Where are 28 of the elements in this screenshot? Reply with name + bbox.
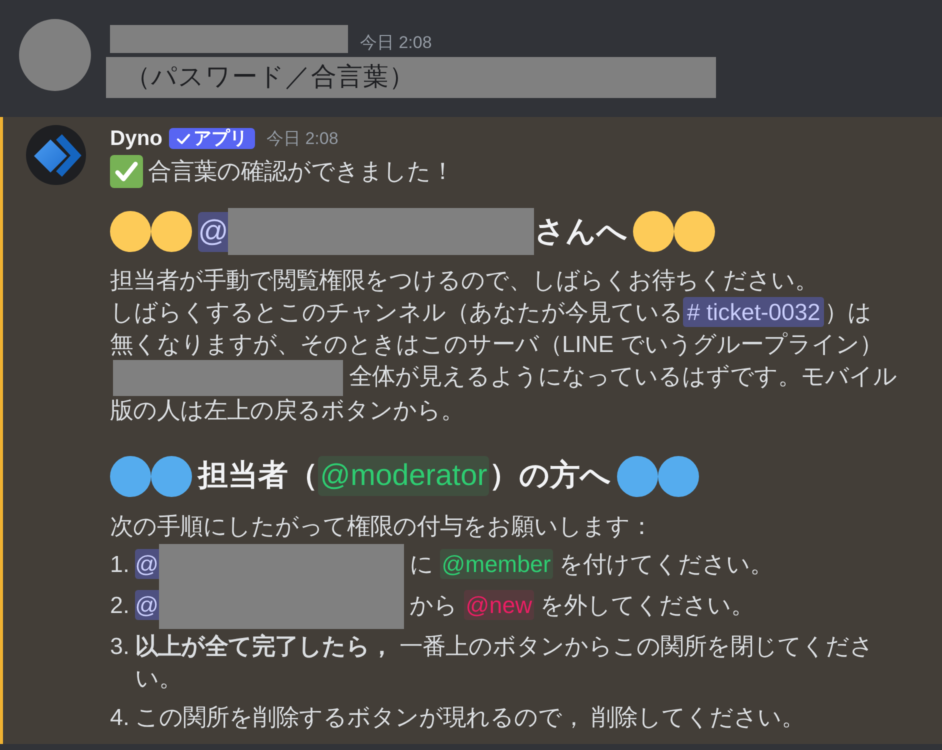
- role-mention[interactable]: @member: [440, 548, 553, 579]
- user-mention[interactable]: @: [135, 548, 159, 579]
- list-item-text: 以上が全て完了したら， 一番上のボタンからこの関所を閉じてください。: [135, 632, 874, 693]
- message-text: 合言葉の確認ができました！: [148, 157, 454, 186]
- author-name[interactable]: Dyno: [110, 127, 162, 150]
- heading-text: さんへ: [534, 214, 628, 250]
- message-timestamp: 今日 2:08: [266, 128, 338, 148]
- user-mention[interactable]: @: [198, 212, 228, 252]
- heading-text: 担当者（: [198, 458, 318, 494]
- message-text: 次の手順にしたがって権限の付与をお願いします：: [110, 512, 653, 541]
- message-paragraph: 担当者が手動で閲覧権限をつけるので、しばらくお待ちください。 しばらくするとこのチャンネル（あなたが今見ている # ticket-0032 ）は 無くなりますが、そのときはこのサーバ（LINE でいうグループライン） 全体が見えるようになっているはずです。モバイル 版の人は左上の戻るボタンから。: [110, 266, 898, 425]
- list-number: 3.: [110, 632, 130, 661]
- list-number: 1.: [110, 550, 130, 579]
- heading-text: ）の方へ: [489, 458, 612, 494]
- message-timestamp: 今日 2:08: [360, 33, 432, 53]
- check-icon: [176, 132, 190, 144]
- list-number: 4.: [110, 702, 130, 732]
- role-mention[interactable]: @moderator: [318, 456, 490, 496]
- redacted-message-text: （パスワード／合言葉）: [106, 57, 716, 98]
- badge-label: アプリ: [194, 128, 248, 149]
- list-item-text: @ から @new を外してください。: [135, 588, 900, 623]
- channel-mention[interactable]: # ticket-0032: [683, 297, 824, 327]
- list-item-text: @ に @member を付けてください。: [135, 548, 900, 582]
- check-emoji-icon: [110, 154, 143, 188]
- user-mention[interactable]: @: [135, 590, 159, 620]
- list-item-text: この関所を削除するボタンが現れるので， 削除してください。: [135, 702, 806, 732]
- list-number: 2.: [110, 590, 130, 620]
- avatar-logo-icon[interactable]: [26, 125, 86, 185]
